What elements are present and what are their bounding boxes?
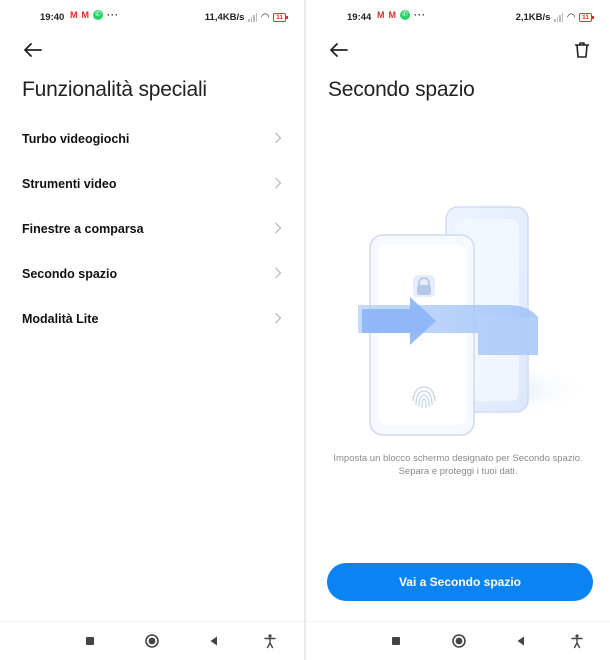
description-line: Imposta un blocco schermo designato per … bbox=[333, 453, 583, 464]
recents-square-icon[interactable] bbox=[388, 633, 404, 649]
more-icon: ··· bbox=[107, 10, 119, 20]
lock-icon bbox=[413, 275, 435, 297]
more-icon: ··· bbox=[414, 10, 426, 20]
status-bar: 19:44 M M ✆ ··· 2,1KB/s ◠ 11 bbox=[306, 0, 610, 34]
recents-square-icon[interactable] bbox=[82, 633, 98, 649]
navigation-bar bbox=[306, 621, 610, 660]
menu-item-turbo-games[interactable]: Turbo videogiochi bbox=[0, 116, 304, 161]
gmail-icon: M bbox=[70, 10, 78, 20]
status-right: 2,1KB/s ◠ 11 bbox=[515, 12, 594, 23]
notification-icons: M M ✆ ··· bbox=[377, 10, 426, 20]
menu-item-lite-mode[interactable]: Modalità Lite bbox=[0, 296, 304, 341]
menu-item-label: Finestre a comparsa bbox=[22, 221, 144, 236]
wifi-icon: ◠ bbox=[261, 12, 270, 23]
chevron-right-icon bbox=[275, 267, 282, 279]
signal-icon bbox=[248, 13, 258, 22]
battery-icon: 11 bbox=[273, 13, 288, 22]
menu-item-label: Turbo videogiochi bbox=[22, 131, 130, 146]
menu-item-second-space[interactable]: Secondo spazio bbox=[0, 251, 304, 296]
battery-icon: 11 bbox=[579, 13, 594, 22]
description: Imposta un blocco schermo designato per … bbox=[316, 452, 600, 478]
status-right: 11,4KB/s ◠ 11 bbox=[204, 12, 288, 23]
chevron-right-icon bbox=[275, 222, 282, 234]
signal-icon bbox=[554, 13, 564, 22]
back-triangle-icon[interactable] bbox=[513, 633, 529, 649]
features-menu: Turbo videogiochi Strumenti video Finest… bbox=[0, 116, 304, 341]
chevron-right-icon bbox=[275, 132, 282, 144]
gmail-icon: M bbox=[377, 10, 385, 20]
description-line: Separa e proteggi i tuoi dati. bbox=[398, 466, 518, 477]
chevron-right-icon bbox=[275, 177, 282, 189]
network-speed: 2,1KB/s bbox=[515, 12, 551, 23]
back-arrow-icon[interactable] bbox=[324, 36, 354, 64]
page-title: Secondo spazio bbox=[328, 78, 475, 101]
gmail-icon: M bbox=[81, 10, 90, 20]
menu-item-label: Secondo spazio bbox=[22, 266, 118, 281]
menu-item-floating-windows[interactable]: Finestre a comparsa bbox=[0, 206, 304, 251]
screen-special-features: 19:40 M M ✆ ··· 11,4KB/s ◠ 11 Funzionali… bbox=[0, 0, 304, 660]
screen-second-space: 19:44 M M ✆ ··· 2,1KB/s ◠ 11 Secondo spa… bbox=[306, 0, 610, 660]
status-time: 19:40 bbox=[40, 12, 65, 23]
page-title: Funzionalità speciali bbox=[22, 78, 207, 101]
second-space-illustration bbox=[358, 206, 591, 436]
home-circle-icon[interactable] bbox=[144, 633, 160, 649]
wifi-icon: ◠ bbox=[567, 12, 576, 23]
status-time: 19:44 bbox=[347, 12, 372, 23]
go-to-second-space-button[interactable]: Vai a Secondo spazio bbox=[327, 563, 593, 601]
whatsapp-icon: ✆ bbox=[93, 10, 103, 20]
menu-item-label: Modalità Lite bbox=[22, 311, 99, 326]
network-speed: 11,4KB/s bbox=[204, 12, 245, 23]
whatsapp-icon: ✆ bbox=[400, 10, 410, 20]
back-triangle-icon[interactable] bbox=[206, 633, 222, 649]
notification-icons: M M ✆ ··· bbox=[70, 10, 119, 20]
accessibility-icon[interactable] bbox=[569, 633, 585, 649]
gmail-icon: M bbox=[388, 10, 397, 20]
home-circle-icon[interactable] bbox=[451, 633, 467, 649]
back-arrow-icon[interactable] bbox=[18, 36, 48, 64]
trash-icon[interactable] bbox=[572, 40, 592, 60]
menu-item-label: Strumenti video bbox=[22, 176, 117, 191]
menu-item-video-tools[interactable]: Strumenti video bbox=[0, 161, 304, 206]
accessibility-icon[interactable] bbox=[262, 633, 278, 649]
navigation-bar bbox=[0, 621, 304, 660]
chevron-right-icon bbox=[275, 312, 282, 324]
status-bar: 19:40 M M ✆ ··· 11,4KB/s ◠ 11 bbox=[0, 0, 304, 34]
